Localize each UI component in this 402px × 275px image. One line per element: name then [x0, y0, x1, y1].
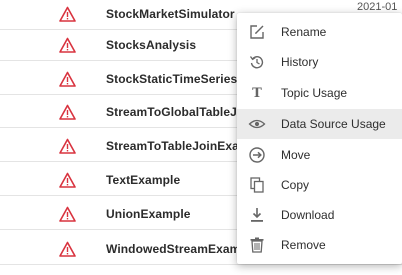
item-name[interactable]: StreamToGlobalTableJoin — [106, 105, 255, 119]
item-name[interactable]: WindowedStreamExamp — [106, 242, 248, 256]
edit-icon — [247, 22, 267, 42]
menu-item-topic-usage[interactable]: T Topic Usage — [237, 78, 402, 108]
menu-item-label: Rename — [281, 25, 327, 39]
move-icon — [247, 145, 267, 165]
eye-icon — [247, 114, 267, 134]
context-menu: Rename History T Topic Usage Data Source… — [237, 13, 402, 264]
item-name[interactable]: TextExample — [106, 173, 180, 187]
history-icon — [247, 52, 267, 72]
menu-item-label: History — [281, 55, 319, 69]
topic-icon: T — [252, 85, 262, 101]
item-name[interactable]: StockMarketSimulator — [106, 7, 235, 21]
download-icon — [247, 205, 267, 225]
item-name[interactable]: StocksAnalysis — [106, 38, 196, 52]
warning-triangle-icon — [59, 71, 76, 87]
warning-triangle-icon — [59, 172, 76, 188]
menu-item-copy[interactable]: Copy — [237, 170, 402, 200]
menu-item-label: Topic Usage — [281, 86, 348, 100]
warning-triangle-icon — [59, 6, 76, 22]
item-name[interactable]: UnionExample — [106, 207, 191, 221]
menu-item-download[interactable]: Download — [237, 200, 402, 230]
warning-triangle-icon — [59, 104, 76, 120]
menu-item-label: Download — [281, 208, 335, 222]
menu-item-history[interactable]: History — [237, 47, 402, 77]
menu-item-label: Data Source Usage — [281, 117, 386, 131]
warning-triangle-icon — [59, 138, 76, 154]
menu-item-move[interactable]: Move — [237, 140, 402, 170]
warning-triangle-icon — [59, 241, 76, 257]
copy-icon — [247, 175, 267, 195]
menu-item-label: Move — [281, 148, 311, 162]
warning-triangle-icon — [59, 37, 76, 53]
item-date: 2021-01 — [357, 1, 398, 13]
menu-item-remove[interactable]: Remove — [237, 230, 402, 260]
item-name[interactable]: StockStaticTimeSeriesAp — [106, 72, 253, 86]
menu-item-rename[interactable]: Rename — [237, 17, 402, 47]
warning-triangle-icon — [59, 206, 76, 222]
menu-item-label: Copy — [281, 178, 310, 192]
item-name[interactable]: StreamToTableJoinExamp — [106, 139, 257, 153]
menu-item-data-source-usage[interactable]: Data Source Usage — [237, 109, 402, 139]
trash-icon — [247, 235, 267, 255]
menu-item-label: Remove — [281, 238, 326, 252]
